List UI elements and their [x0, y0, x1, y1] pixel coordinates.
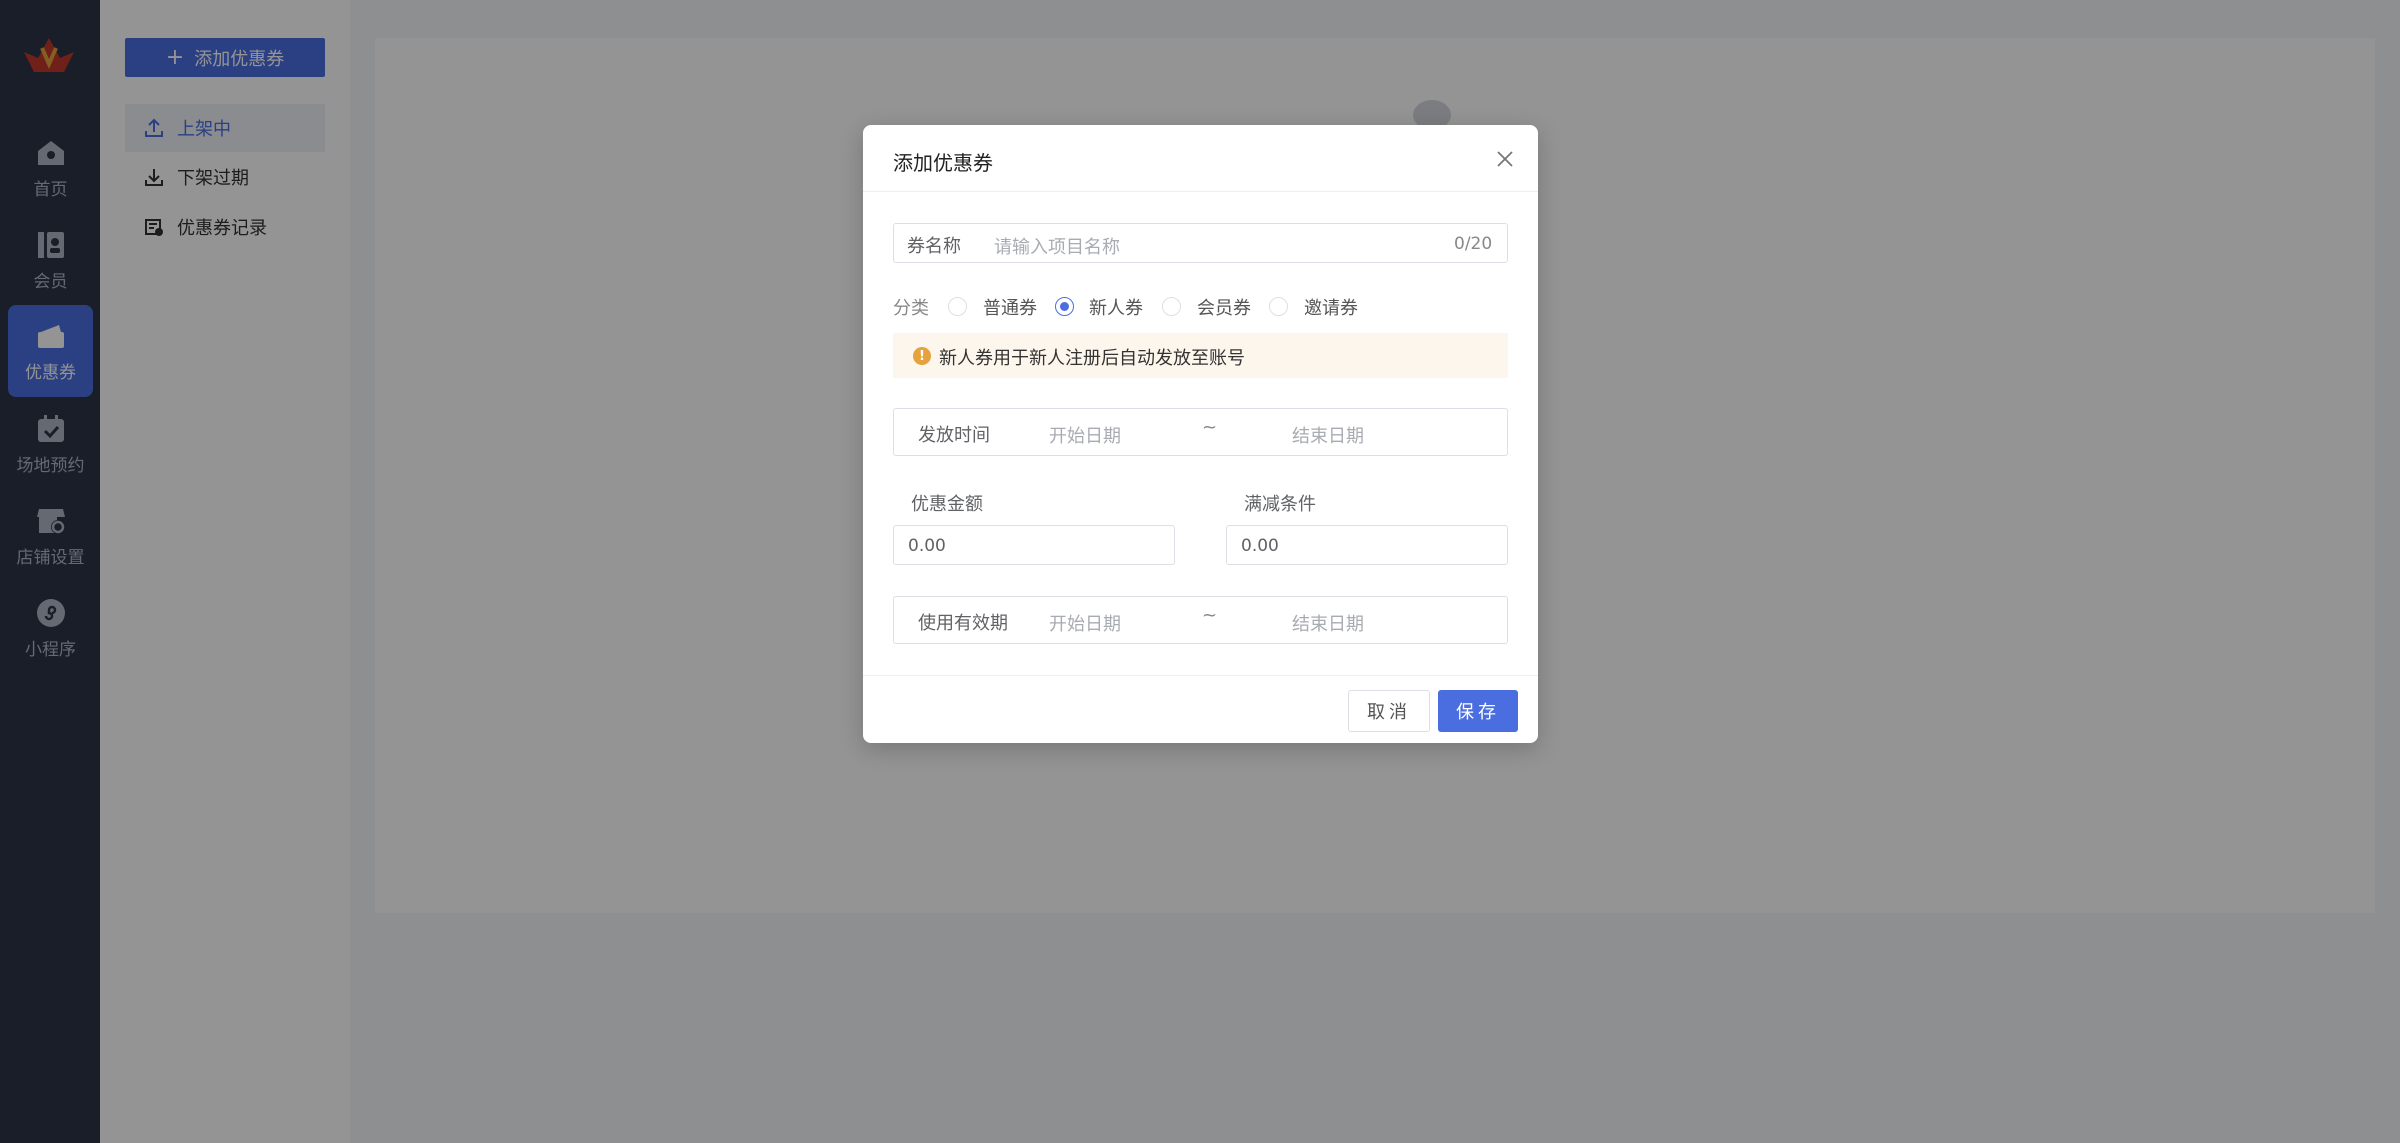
issue-time-range[interactable]: 发放时间 开始日期 ~ 结束日期 — [893, 408, 1508, 456]
valid-period-label: 使用有效期 — [918, 613, 1008, 634]
discount-amount-input[interactable]: 0.00 — [893, 525, 1175, 565]
coupon-name-field[interactable]: 券名称 请输入项目名称 0/20 — [893, 223, 1508, 263]
radio-normal-coupon[interactable] — [948, 297, 967, 316]
radio-label-newcomer[interactable]: 新人券 — [1089, 294, 1143, 320]
dialog-footer — [863, 675, 1538, 743]
radio-label-member[interactable]: 会员券 — [1197, 294, 1251, 320]
dialog-title: 添加优惠券 — [893, 151, 993, 175]
category-label: 分类 — [893, 298, 929, 319]
cancel-button[interactable]: 取消 — [1348, 690, 1430, 732]
issue-end-date[interactable]: 结束日期 — [1292, 422, 1364, 448]
save-button[interactable]: 保存 — [1438, 690, 1518, 732]
issue-time-label: 发放时间 — [918, 425, 990, 446]
threshold-input[interactable]: 0.00 — [1226, 525, 1508, 565]
issue-start-date[interactable]: 开始日期 — [1049, 422, 1121, 448]
radio-newcomer-coupon[interactable] — [1055, 297, 1074, 316]
valid-start-date[interactable]: 开始日期 — [1049, 610, 1121, 636]
valid-end-date[interactable]: 结束日期 — [1292, 610, 1364, 636]
category-notice: ! 新人券用于新人注册后自动发放至账号 — [893, 333, 1508, 378]
coupon-name-placeholder: 请输入项目名称 — [994, 237, 1120, 258]
issue-range-separator: ~ — [1202, 417, 1218, 438]
valid-range-separator: ~ — [1202, 605, 1218, 626]
discount-amount-value: 0.00 — [908, 536, 946, 556]
radio-label-invite[interactable]: 邀请券 — [1304, 294, 1358, 320]
dialog-header: 添加优惠券 — [863, 125, 1538, 192]
radio-label-normal[interactable]: 普通券 — [983, 294, 1037, 320]
discount-amount-label: 优惠金额 — [911, 494, 983, 515]
notice-text: 新人券用于新人注册后自动发放至账号 — [939, 348, 1245, 369]
warning-icon: ! — [913, 347, 931, 365]
add-coupon-dialog: 添加优惠券 券名称 请输入项目名称 0/20 分类 普通券 新人券 会员券 邀请… — [863, 125, 1538, 743]
coupon-name-label: 券名称 — [907, 236, 961, 257]
radio-member-coupon[interactable] — [1162, 297, 1181, 316]
char-counter: 0/20 — [1454, 234, 1493, 254]
valid-period-range[interactable]: 使用有效期 开始日期 ~ 结束日期 — [893, 596, 1508, 644]
radio-invite-coupon[interactable] — [1269, 297, 1288, 316]
threshold-value: 0.00 — [1241, 536, 1279, 556]
close-icon[interactable] — [1493, 147, 1517, 171]
threshold-label: 满减条件 — [1244, 494, 1316, 515]
